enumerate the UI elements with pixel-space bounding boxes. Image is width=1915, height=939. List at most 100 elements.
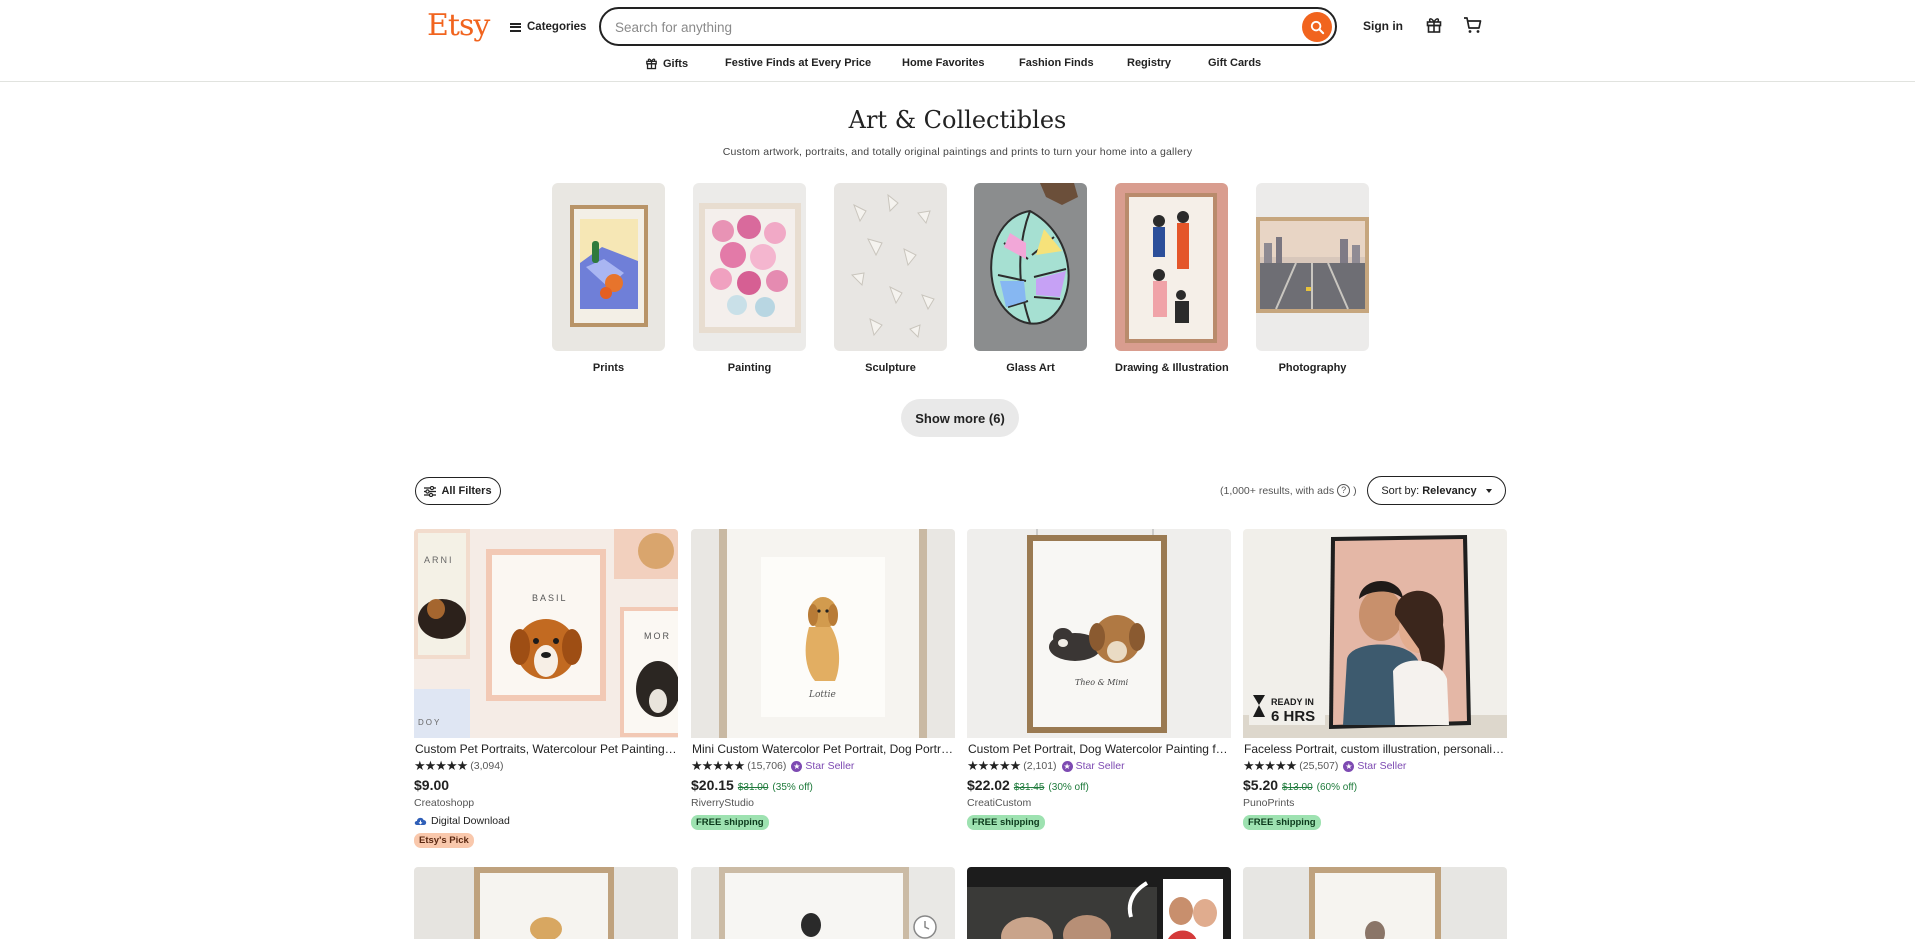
star-rating: ★★★★★ [967,758,1021,773]
category-card-photography[interactable]: Photography [1256,183,1369,374]
category-card-prints[interactable]: Prints [552,183,665,374]
category-image[interactable] [1115,183,1228,351]
page-title: Art & Collectibles [848,106,1067,134]
listing-title[interactable]: Faceless Portrait, custom illustration, … [1243,742,1507,756]
category-label: Glass Art [1006,362,1055,374]
listing-title[interactable]: Mini Custom Watercolor Pet Portrait, Dog… [691,742,955,756]
filter-icon [424,485,437,497]
listing-card[interactable]: READY IN 6 HRS Faceless Portrait, custom… [1243,529,1507,830]
listing-title[interactable]: Custom Pet Portraits, Watercolour Pet Pa… [414,742,678,756]
discount: (30% off) [1048,782,1089,793]
star-rating: ★★★★★ [1243,758,1297,773]
all-filters-button[interactable]: All Filters [415,477,501,505]
star-seller-badge: ★ Star Seller [791,760,854,772]
listing-image[interactable] [414,867,678,939]
pet-name-arni: ARNI [424,555,454,565]
nav-item-festive-finds[interactable]: Festive Finds at Every Price [725,57,871,69]
digital-download-label: Digital Download [431,815,510,827]
digital-download: Digital Download [414,815,678,827]
nav-item-gifts[interactable]: Gifts [645,57,688,70]
cart-button[interactable] [1461,14,1483,36]
rating-row: ★★★★★ (2,101) ★ Star Seller [967,758,1231,773]
search-input[interactable] [615,17,1255,37]
price-row: $20.15 $31.00 (35% off) [691,777,955,793]
category-image[interactable] [974,183,1087,351]
site-header: Etsy Categories Sign in [0,0,1915,82]
show-more-button[interactable]: Show more (6) [901,399,1019,437]
results-count: (1,000+ results, with ads ? ) [1220,484,1357,497]
listing-card[interactable]: Lottie Mini Custom Watercolor Pet Portra… [691,529,955,830]
all-filters-label: All Filters [441,485,492,497]
listing-image[interactable]: READY IN 6 HRS [1243,529,1507,738]
discount: (35% off) [772,782,813,793]
listing-title[interactable]: Custom Pet Portrait, Dog Watercolor Pain… [967,742,1231,756]
listing-image[interactable]: Theo & Mimi [967,529,1231,738]
sort-value: Relevancy [1422,484,1477,497]
categories-button[interactable]: Categories [510,17,586,37]
star-seller-label: Star Seller [1075,760,1125,772]
results-close: ) [1353,484,1357,497]
portrait-signature: Lottie [808,690,836,700]
category-image[interactable] [834,183,947,351]
price-row: $5.20 $13.00 (60% off) [1243,777,1507,793]
category-label: Photography [1278,362,1347,374]
free-shipping-badge: FREE shipping [691,815,769,830]
category-image[interactable] [552,183,665,351]
listing-image[interactable] [691,867,955,939]
categories-label: Categories [527,21,587,33]
category-card-glass-art[interactable]: Glass Art [974,183,1087,374]
sort-dropdown[interactable]: Sort by: Relevancy [1367,476,1506,505]
category-label: Painting [727,362,772,374]
category-card-sculpture[interactable]: Sculpture [834,183,947,374]
shop-name[interactable]: RiverryStudio [691,797,955,809]
shop-name[interactable]: CreatiCustom [967,797,1231,809]
menu-icon [510,22,521,32]
category-card-drawing-illustration[interactable]: Drawing & Illustration [1115,183,1229,374]
review-count: (15,706) [747,760,787,772]
rating-row: ★★★★★ (15,706) ★ Star Seller [691,758,955,773]
help-icon[interactable]: ? [1337,484,1351,497]
discount: (60% off) [1316,782,1358,793]
category-label: Prints [592,362,625,374]
listing-image[interactable]: Lottie [691,529,955,738]
shop-name[interactable]: Creatoshopp [414,797,678,809]
gift-icon [1426,18,1442,33]
listing-image[interactable] [967,867,1231,939]
hours-text: 6 HRS [1271,708,1315,725]
free-shipping-badge: FREE shipping [1243,815,1321,830]
category-image[interactable] [1256,183,1369,351]
etsy-logo[interactable]: Etsy [427,8,490,43]
star-rating: ★★★★★ [691,758,745,773]
etsys-pick-badge: Etsy's Pick [414,833,474,848]
sign-in-link[interactable]: Sign in [1363,19,1403,33]
star-seller-icon: ★ [1343,760,1355,772]
shop-name[interactable]: PunoPrints [1243,797,1507,809]
price: $22.02 [967,777,1010,793]
original-price: $31.00 [737,782,769,793]
nav-item-registry[interactable]: Registry [1127,57,1171,69]
category-label: Sculpture [865,362,916,374]
sort-prefix: Sort by: [1381,484,1420,497]
free-shipping-badge: FREE shipping [967,815,1045,830]
cart-icon [1463,17,1481,33]
category-card-painting[interactable]: Painting [693,183,806,374]
listing-image[interactable] [1243,867,1507,939]
nav-item-fashion-finds[interactable]: Fashion Finds [1019,57,1094,69]
search-button[interactable] [1302,12,1332,42]
category-image[interactable] [693,183,806,351]
star-seller-badge: ★ Star Seller [1343,760,1406,772]
nav-item-gift-cards[interactable]: Gift Cards [1208,57,1261,69]
original-price: $31.45 [1013,782,1045,793]
search-icon [1310,20,1324,34]
star-seller-label: Star Seller [1357,760,1407,772]
gift-mode-button[interactable] [1423,14,1445,36]
listing-card[interactable]: ARNI BASIL MOR DOY Custom Pet Portraits,… [414,529,678,848]
rating-row: ★★★★★ (25,507) ★ Star Seller [1243,758,1507,773]
listing-card[interactable]: Theo & Mimi Custom Pet Portrait, Dog Wat… [967,529,1231,830]
nav-item-home-favorites[interactable]: Home Favorites [902,57,985,69]
price: $20.15 [691,777,734,793]
portrait-signature: Theo & Mimi [1075,678,1129,687]
listing-image[interactable]: ARNI BASIL MOR DOY [414,529,678,738]
original-price: $13.00 [1282,782,1313,793]
star-seller-label: Star Seller [805,760,855,772]
